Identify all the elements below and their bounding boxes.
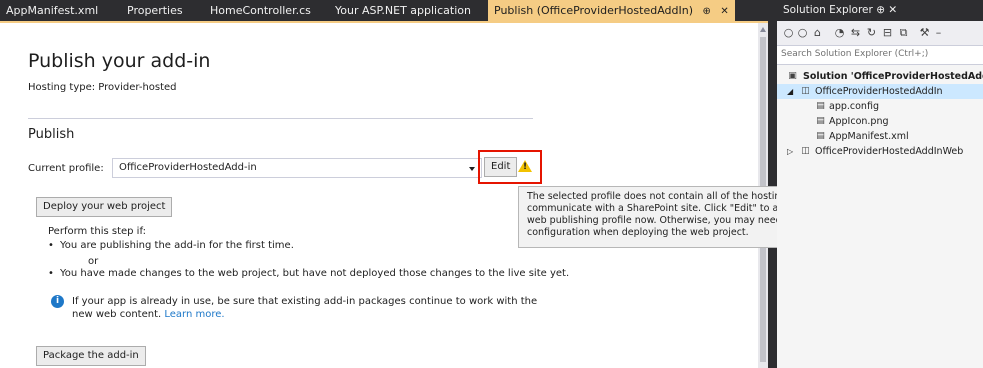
warning-icon-mark: !	[523, 162, 528, 172]
tab-label: HomeController.cs	[210, 4, 311, 17]
current-profile-label: Current profile:	[28, 163, 104, 174]
show-all-files-icon[interactable]: ⧉	[897, 26, 910, 39]
deploy-web-project-button[interactable]: Deploy your web project	[36, 197, 173, 217]
tab-label: AppManifest.xml	[6, 4, 99, 17]
solution-explorer-search[interactable]: Search Solution Explorer (Ctrl+;)	[777, 46, 983, 65]
tab-label: Properties	[127, 4, 183, 17]
image-file-icon: ▤	[816, 116, 825, 126]
tree-item-label: OfficeProviderHostedAddInWeb	[815, 146, 964, 157]
tree-item-label: AppManifest.xml	[829, 131, 909, 142]
close-icon[interactable]: ✕	[888, 4, 897, 16]
project-icon: ◫	[801, 86, 810, 96]
web-project-icon: ◫	[801, 146, 810, 156]
solution-icon: ▣	[788, 71, 797, 81]
tab-appmanifest[interactable]: AppManifest.xml	[6, 0, 98, 21]
current-profile-dropdown[interactable]: OfficeProviderHostedAdd-in	[112, 158, 482, 178]
dropdown-arrow-icon[interactable]	[469, 167, 475, 171]
tree-item-appmanifest[interactable]: ▤ AppManifest.xml	[777, 129, 983, 144]
section-title: Publish	[28, 127, 75, 142]
pin-icon[interactable]: ⊕	[876, 4, 885, 16]
info-text: If your app is already in use, be sure t…	[72, 296, 538, 320]
bullet-icon: •	[48, 240, 54, 251]
close-icon[interactable]: ✕	[720, 6, 728, 17]
forward-icon[interactable]: ○	[796, 26, 809, 39]
search-placeholder: Search Solution Explorer (Ctrl+;)	[781, 49, 929, 59]
tab-aspnet-application[interactable]: Your ASP.NET application	[335, 0, 471, 21]
tab-publish[interactable]: Publish (OfficeProviderHostedAddIn) ⊕ ✕	[488, 0, 735, 21]
perform-step-label: Perform this step if:	[48, 226, 146, 237]
home-icon[interactable]: ⌂	[811, 26, 824, 39]
list-item: • You have made changes to the web projec…	[48, 268, 569, 279]
tree-item-project[interactable]: ◢ ◫ OfficeProviderHostedAddIn	[777, 84, 983, 99]
info-icon: i	[51, 295, 64, 308]
tab-homecontroller[interactable]: HomeController.cs	[210, 0, 311, 21]
list-item: • You are publishing the add-in for the f…	[48, 240, 294, 251]
solution-explorer-toolbar: ○ ○ ⌂ ◔ ⇆ ↻ ⊟ ⧉ ⚒ –	[777, 21, 983, 46]
current-profile-value: OfficeProviderHostedAdd-in	[119, 162, 257, 173]
solution-explorer-titlebar: Solution Explorer ⊕ ✕	[777, 0, 983, 21]
page-title: Publish your add-in	[28, 50, 211, 72]
document-tab-bar: AppManifest.xml Properties HomeControlle…	[0, 0, 768, 21]
collapse-icon[interactable]: ⊟	[881, 26, 894, 39]
tab-label: Your ASP.NET application	[335, 4, 471, 17]
tree-item-label: app.config	[829, 101, 879, 112]
back-icon[interactable]: ○	[782, 26, 795, 39]
learn-more-link[interactable]: Learn more.	[164, 309, 224, 320]
tree-item-app-config[interactable]: ▤ app.config	[777, 99, 983, 114]
refresh-icon[interactable]: ↻	[865, 26, 878, 39]
config-file-icon: ▤	[816, 101, 825, 111]
more-icon[interactable]: –	[932, 26, 945, 39]
expand-arrow-icon[interactable]: ◢	[787, 84, 793, 99]
panel-splitter[interactable]	[768, 0, 777, 368]
package-add-in-button[interactable]: Package the add-in	[36, 346, 146, 366]
divider	[28, 118, 533, 119]
sync-icon[interactable]: ⇆	[849, 26, 862, 39]
tree-item-label: Solution 'OfficeProviderHostedAddIn'	[803, 71, 983, 82]
or-label: or	[88, 256, 99, 267]
solution-explorer-panel: ○ ○ ⌂ ◔ ⇆ ↻ ⊟ ⧉ ⚒ – Search Solution Expl…	[777, 21, 983, 368]
collapsed-arrow-icon[interactable]: ▷	[787, 144, 793, 159]
tree-item-label: OfficeProviderHostedAddIn	[815, 86, 943, 97]
tree-item-label: AppIcon.png	[829, 116, 889, 127]
properties-icon[interactable]: ⚒	[918, 26, 931, 39]
history-icon[interactable]: ◔	[833, 26, 846, 39]
manifest-file-icon: ▤	[816, 131, 825, 141]
scroll-up-icon[interactable]	[760, 27, 766, 32]
list-item-text: You have made changes to the web project…	[60, 268, 570, 279]
tree-item-solution[interactable]: ▣ Solution 'OfficeProviderHostedAddIn'	[777, 69, 983, 84]
pin-icon[interactable]: ⊕	[703, 6, 711, 17]
solution-explorer-title: Solution Explorer ⊕ ✕	[783, 4, 898, 16]
tab-label: Publish (OfficeProviderHostedAddIn)	[494, 4, 693, 17]
list-item-text: You are publishing the add-in for the fi…	[60, 240, 294, 251]
tab-properties[interactable]: Properties	[127, 0, 183, 21]
info-message: If your app is already in use, be sure t…	[72, 295, 552, 321]
bullet-icon: •	[48, 268, 54, 279]
tree-item-web-project[interactable]: ▷ ◫ OfficeProviderHostedAddInWeb	[777, 144, 983, 159]
tree-item-appicon[interactable]: ▤ AppIcon.png	[777, 114, 983, 129]
edit-button[interactable]: Edit	[484, 157, 518, 177]
hosting-type: Hosting type: Provider-hosted	[28, 82, 177, 93]
